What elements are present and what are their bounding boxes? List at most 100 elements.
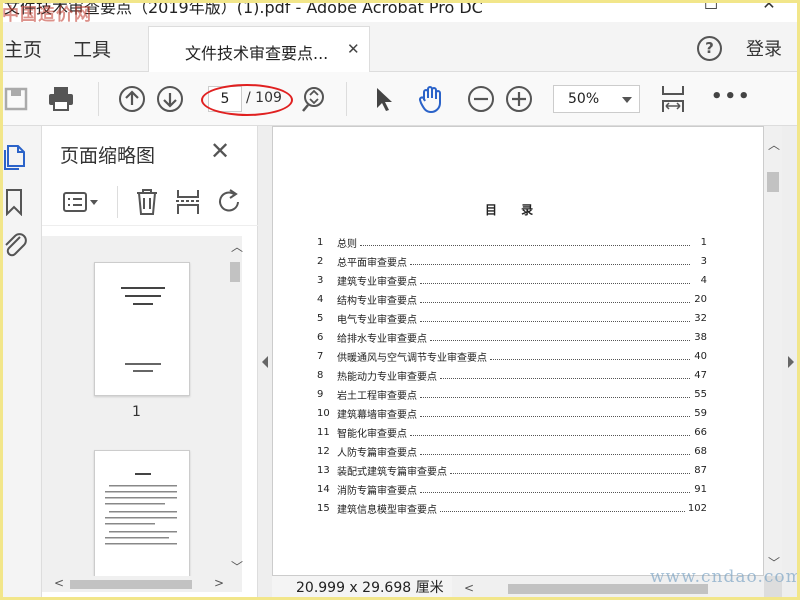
toc-entry[interactable]: 9 岩土工程审查要点 55 xyxy=(317,385,707,404)
toc-entry-number: 9 xyxy=(317,389,324,400)
toc-entry-leader xyxy=(490,354,690,360)
fit-page-icon[interactable] xyxy=(658,84,688,114)
toc-entry[interactable]: 14 消防专篇审查要点 91 xyxy=(317,480,707,499)
toc-entry-page: 1 xyxy=(700,237,707,248)
toc-entry-title: 智能化审查要点 xyxy=(337,429,407,440)
toolbar: 5 / 109 50% ••• xyxy=(0,72,800,126)
hand-tool-icon[interactable] xyxy=(416,84,446,114)
tab-tools[interactable]: 工具 xyxy=(73,35,111,62)
panel-title: 页面缩略图 xyxy=(60,145,156,167)
highlight-oval xyxy=(201,84,293,116)
toc-entry[interactable]: 4 结构专业审查要点 20 xyxy=(317,290,707,309)
print-icon[interactable] xyxy=(46,84,76,114)
toc-entry[interactable]: 7 供暖通风与空气调节专业审查要点 40 xyxy=(317,347,707,366)
toc-entry[interactable]: 8 热能动力专业审查要点 47 xyxy=(317,366,707,385)
delete-icon[interactable] xyxy=(134,188,160,216)
toc-entry-page: 66 xyxy=(694,427,707,438)
thumbnail-page-2[interactable] xyxy=(94,450,190,576)
toc-entry-title: 岩土工程审查要点 xyxy=(337,391,417,402)
toc-entry-title: 消防专篇审查要点 xyxy=(337,486,417,497)
page-down-icon[interactable] xyxy=(155,84,185,114)
right-panel-splitter[interactable] xyxy=(782,126,800,600)
tab-document-label: 文件技术审查要点... xyxy=(185,44,329,63)
toc-entry[interactable]: 10 建筑幕墙审查要点 59 xyxy=(317,404,707,423)
toc-entry-page: 4 xyxy=(700,275,707,286)
page-up-icon[interactable] xyxy=(117,84,147,114)
panel-horizontal-scrollbar[interactable]: < > xyxy=(42,576,242,592)
bookmark-icon[interactable] xyxy=(4,188,24,216)
toc-entry-leader xyxy=(420,487,690,493)
chevron-down-icon[interactable]: ﹀ xyxy=(231,558,243,575)
toc-entry-title: 总平面审查要点 xyxy=(337,258,407,269)
chevron-up-icon[interactable]: ︿ xyxy=(231,238,243,255)
zoom-in-icon[interactable] xyxy=(504,84,534,114)
select-arrow-icon[interactable] xyxy=(368,84,398,114)
toc-entry[interactable]: 1 总则 1 xyxy=(317,233,707,252)
tab-bar: 主页 工具 文件技术审查要点... ✕ ? 登录 xyxy=(0,22,800,72)
toc-entry-title: 给排水专业审查要点 xyxy=(337,334,427,345)
zoom-search-icon[interactable] xyxy=(300,84,330,114)
toc-entry-number: 15 xyxy=(317,503,330,514)
title-bar: 文件技术审查要点（2019年版）(1).pdf - Adobe Acrobat … xyxy=(0,0,800,25)
toc-entry[interactable]: 15 建筑信息模型审查要点 102 xyxy=(317,499,707,518)
toc-entry[interactable]: 6 给排水专业审查要点 38 xyxy=(317,328,707,347)
toc-entry[interactable]: 2 总平面审查要点 3 xyxy=(317,252,707,271)
attachment-icon[interactable] xyxy=(2,230,28,260)
panel-vertical-scrollbar[interactable]: ︿ ﹀ xyxy=(228,236,243,576)
toolbar-divider xyxy=(98,82,99,116)
toc-entry-page: 47 xyxy=(694,370,707,381)
toc-entry-page: 38 xyxy=(694,332,707,343)
chevron-left-icon[interactable]: < xyxy=(464,581,474,595)
toc-entry-number: 13 xyxy=(317,465,330,476)
document-page: 目 录 1 总则 1 2 总平面审查要点 3 3 建筑专业审查要点 4 4 结构专业审查要点 20 5 电… xyxy=(272,126,764,576)
toc-entry[interactable]: 11 智能化审查要点 66 xyxy=(317,423,707,442)
scroll-thumb[interactable] xyxy=(70,580,192,589)
pages-icon[interactable] xyxy=(4,142,28,170)
toc-entry-title: 建筑专业审查要点 xyxy=(337,277,417,288)
tab-close-icon[interactable]: ✕ xyxy=(347,40,360,58)
thumbnail-page-1[interactable] xyxy=(94,262,190,396)
tab-document[interactable]: 文件技术审查要点... ✕ xyxy=(148,26,370,72)
tab-home[interactable]: 主页 xyxy=(4,35,42,62)
rotate-icon[interactable] xyxy=(216,188,244,216)
toc-entry-title: 人防专篇审查要点 xyxy=(337,448,417,459)
save-icon[interactable] xyxy=(2,84,32,114)
toc-entry[interactable]: 3 建筑专业审查要点 4 xyxy=(317,271,707,290)
help-icon[interactable]: ? xyxy=(697,36,722,61)
close-icon[interactable]: ✕ xyxy=(210,137,230,165)
chevron-left-icon[interactable]: < xyxy=(54,576,64,590)
panel-splitter[interactable] xyxy=(258,126,272,600)
toc-entry-leader xyxy=(420,297,690,303)
thumbnail-page-label: 1 xyxy=(132,404,141,420)
login-button[interactable]: 登录 xyxy=(746,35,782,61)
options-icon[interactable] xyxy=(62,190,102,216)
toc-entry-number: 4 xyxy=(317,294,324,305)
toc-entry-number: 12 xyxy=(317,446,330,457)
toc-entry-number: 5 xyxy=(317,313,324,324)
toc-entry[interactable]: 13 装配式建筑专篇审查要点 87 xyxy=(317,461,707,480)
chevron-right-icon[interactable]: > xyxy=(214,576,224,590)
toc-entry[interactable]: 5 电气专业审查要点 32 xyxy=(317,309,707,328)
zoom-out-icon[interactable] xyxy=(466,84,496,114)
close-window-button[interactable]: ✕ xyxy=(754,0,784,13)
toc-entry-number: 14 xyxy=(317,484,330,495)
scroll-thumb[interactable] xyxy=(230,262,240,282)
toc-entry[interactable]: 12 人防专篇审查要点 68 xyxy=(317,442,707,461)
insert-page-icon[interactable] xyxy=(174,188,202,216)
toc-entry-number: 11 xyxy=(317,427,330,438)
toolbar-divider xyxy=(346,82,347,116)
zoom-dropdown[interactable]: 50% xyxy=(553,85,640,113)
maximize-button[interactable]: ☐ xyxy=(696,0,726,13)
toc-entry-leader xyxy=(440,373,690,379)
expand-right-icon[interactable] xyxy=(787,355,795,369)
collapse-left-icon[interactable] xyxy=(261,355,269,369)
toc-entry-number: 1 xyxy=(317,237,324,248)
more-options-button[interactable]: ••• xyxy=(711,86,752,107)
chevron-up-icon[interactable]: ︿ xyxy=(768,136,780,153)
scroll-thumb[interactable] xyxy=(767,172,779,192)
toc-entry-leader xyxy=(360,240,690,246)
toc-entry-leader xyxy=(450,468,690,474)
toc-entry-leader xyxy=(420,449,690,455)
zoom-value: 50% xyxy=(568,91,600,107)
document-vertical-scrollbar[interactable]: ︿ ﹀ xyxy=(764,126,782,576)
